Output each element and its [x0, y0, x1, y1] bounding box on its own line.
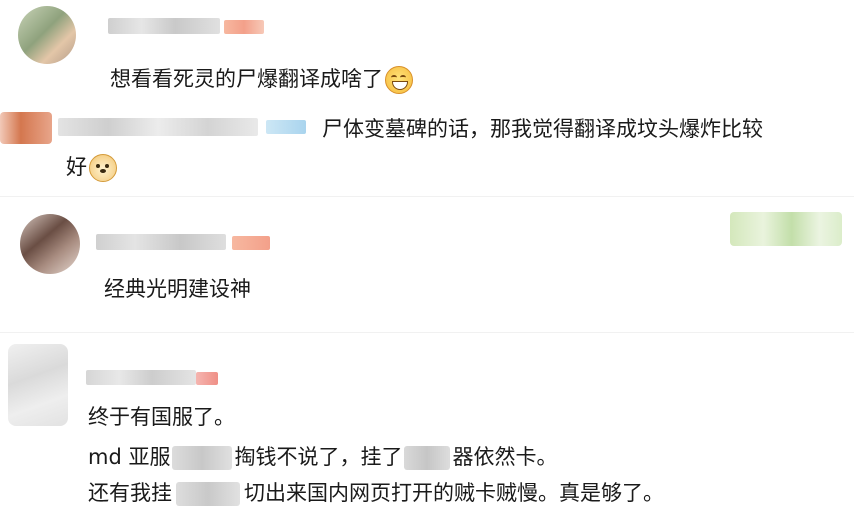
- grin-emoji-icon: [385, 66, 413, 94]
- comment-text: 想看看死灵的尸爆翻译成啥了: [110, 64, 413, 94]
- like-area-blurred[interactable]: [730, 212, 842, 246]
- censored-blur: [176, 482, 240, 506]
- username-blurred[interactable]: [86, 370, 196, 385]
- comment-4: 终于有国服了。 md 亚服 掏钱不说了，挂了 器依然卡。 还有我挂 切出来国内网页打开…: [0, 334, 854, 514]
- badge-blurred: [224, 20, 264, 34]
- badge-blurred: [232, 236, 270, 250]
- comment-text-line2: md 亚服 掏钱不说了，挂了 器依然卡。: [88, 445, 558, 470]
- censored-blur: [404, 446, 451, 470]
- comment-1: 想看看死灵的尸爆翻译成啥了: [0, 0, 854, 100]
- comment-text-line1: 终于有国服了。: [88, 405, 235, 429]
- reply-badge-blurred: [266, 120, 306, 134]
- doge-emoji-icon: [89, 154, 117, 182]
- avatar[interactable]: [18, 6, 76, 64]
- reply-avatar-blurred[interactable]: [0, 112, 52, 144]
- badge-blurred: [196, 372, 218, 385]
- comment-text-line2: 好: [66, 152, 117, 182]
- comment-text-line3: 还有我挂 切出来国内网页打开的贼卡贼慢。真是够了。: [88, 481, 664, 506]
- username-blurred[interactable]: [108, 18, 220, 34]
- avatar[interactable]: [8, 344, 68, 426]
- comment-3: 经典光明建设神: [0, 200, 854, 330]
- divider: [0, 332, 854, 333]
- censored-blur: [172, 446, 233, 470]
- comment-text: 经典光明建设神: [104, 277, 251, 301]
- avatar[interactable]: [20, 214, 80, 274]
- comment-2: 尸体变墓碑的话，那我觉得翻译成坟头爆炸比较 好: [0, 100, 854, 200]
- divider: [0, 196, 854, 197]
- comment-text-line1: 尸体变墓碑的话，那我觉得翻译成坟头爆炸比较: [322, 117, 763, 141]
- username-blurred[interactable]: [96, 234, 226, 250]
- reply-username-blurred[interactable]: [58, 118, 258, 136]
